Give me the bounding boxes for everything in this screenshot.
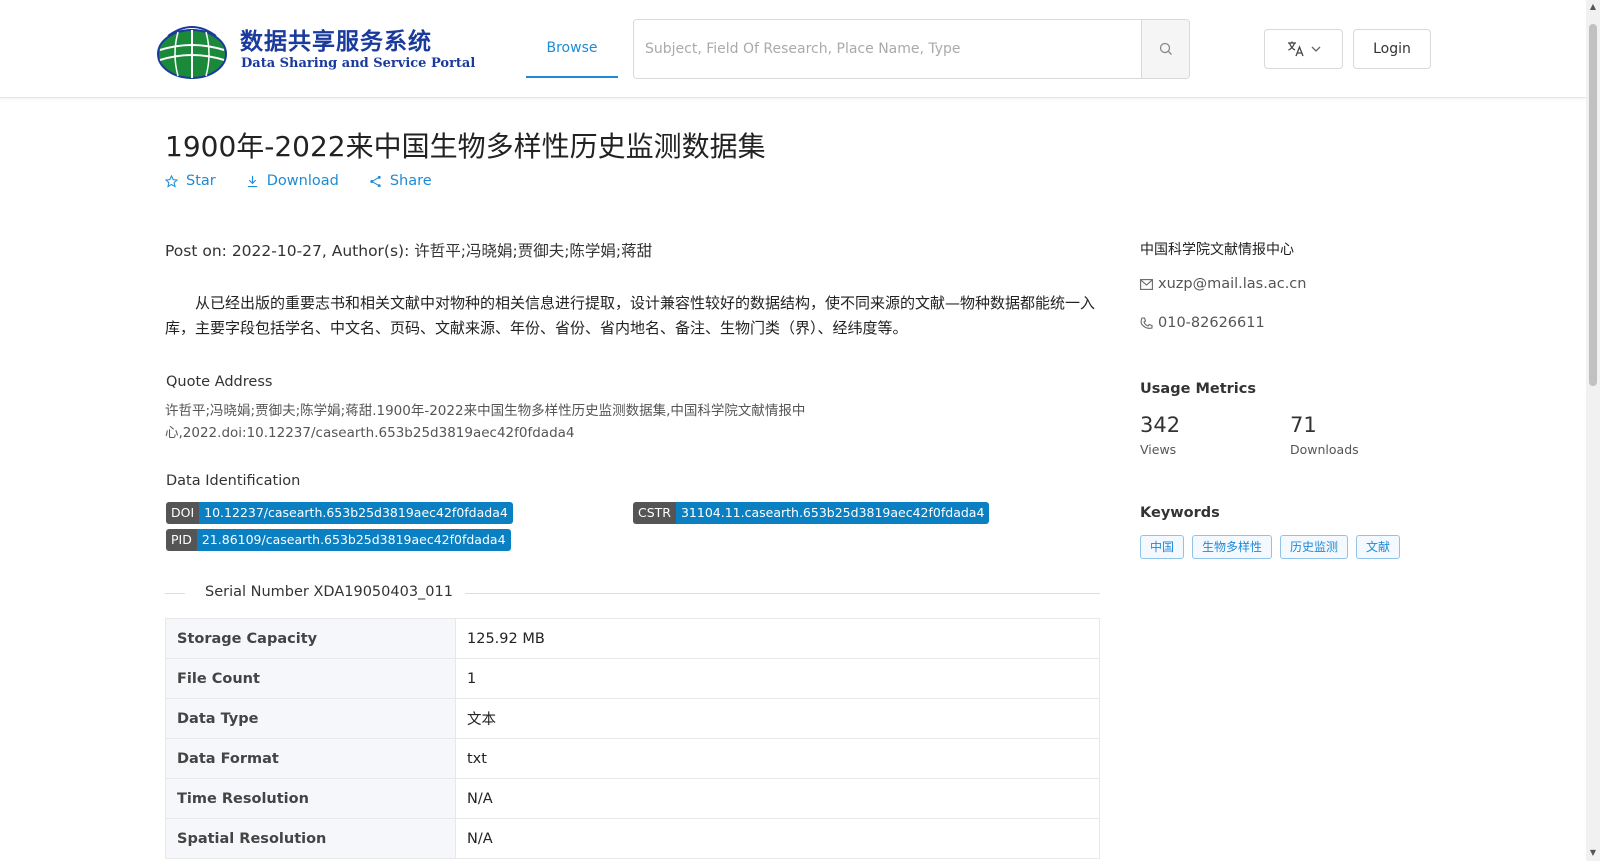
post-info: Post on: 2022-10-27, Author(s): 许哲平;冯晓娟;… <box>165 242 653 260</box>
scroll-thumb[interactable] <box>1589 24 1597 386</box>
share-button[interactable]: Share <box>369 173 432 189</box>
data-identification-label: Data Identification <box>166 473 301 489</box>
translate-icon <box>1287 41 1304 57</box>
login-button[interactable]: Login <box>1353 29 1431 69</box>
globe-logo-icon <box>157 26 227 79</box>
doi-badge[interactable]: DOI 10.12237/casearth.653b25d3819aec42f0… <box>166 502 513 524</box>
serial-number: Serial Number XDA19050403_011 <box>205 584 453 600</box>
views-label: Views <box>1140 442 1177 457</box>
organization-name: 中国科学院文献情报中心 <box>1140 242 1294 258</box>
divider-line <box>465 593 1100 594</box>
detail-key: Time Resolution <box>165 778 456 819</box>
search-input[interactable] <box>634 20 1141 78</box>
quote-address-text: 许哲平;冯晓娟;贾御夫;陈学娟;蒋甜.1900年-2022来中国生物多样性历史监… <box>165 403 806 441</box>
detail-key: Spatial Resolution <box>165 818 456 859</box>
serial-number-divider: Serial Number XDA19050403_011 <box>165 584 1100 604</box>
share-label: Share <box>389 173 432 189</box>
download-icon <box>247 175 257 187</box>
keyword-tag[interactable]: 生物多样性 <box>1192 535 1273 559</box>
detail-value: N/A <box>455 818 1100 859</box>
keywords-heading: Keywords <box>1140 505 1220 521</box>
table-row: File Count 1 <box>165 658 1100 699</box>
language-switch-button[interactable] <box>1264 29 1343 69</box>
search-icon <box>1159 42 1172 55</box>
site-logo[interactable]: 数据共享服务系统 Data Sharing and Service Portal <box>154 18 475 80</box>
table-row: Spatial Resolution N/A <box>165 818 1100 859</box>
detail-value: 1 <box>455 658 1100 699</box>
download-label: Download <box>266 173 339 189</box>
star-label: Star <box>186 173 216 189</box>
phone-text: 010-82626611 <box>1158 315 1265 331</box>
detail-key: Storage Capacity <box>165 618 456 659</box>
share-icon <box>370 175 381 187</box>
detail-value: 文本 <box>455 698 1100 739</box>
scroll-up-icon[interactable]: ▲ <box>1588 2 1598 12</box>
keywords-list: 中国 生物多样性 历史监测 文献 <box>1140 535 1401 559</box>
site-header: 数据共享服务系统 Data Sharing and Service Portal… <box>0 0 1586 98</box>
page-scrollbar[interactable]: ▲ ▼ <box>1586 0 1600 861</box>
star-icon <box>165 174 178 188</box>
cstr-badge-key: CSTR <box>633 502 676 524</box>
table-row: Time Resolution N/A <box>165 778 1100 819</box>
doi-badge-key: DOI <box>166 502 200 524</box>
dataset-title: 1900年-2022来中国生物多样性历史监测数据集 <box>165 130 766 163</box>
detail-key: File Count <box>165 658 456 699</box>
detail-value: N/A <box>455 778 1100 819</box>
downloads-label: Downloads <box>1290 442 1359 457</box>
usage-metrics-heading: Usage Metrics <box>1140 381 1256 397</box>
keyword-tag[interactable]: 历史监测 <box>1280 535 1349 559</box>
search-bar <box>633 19 1190 79</box>
scroll-down-icon[interactable]: ▼ <box>1588 848 1598 858</box>
contact-phone[interactable]: 010-82626611 <box>1140 315 1265 331</box>
table-row: Data Type 文本 <box>165 698 1100 739</box>
downloads-count: 71 <box>1290 413 1317 437</box>
contact-email[interactable]: xuzp@mail.las.ac.cn <box>1140 276 1306 292</box>
divider-line <box>165 593 185 594</box>
detail-key: Data Type <box>165 698 456 739</box>
dataset-actions: Star Download Share <box>165 173 432 189</box>
pid-badge-value: 21.86109/casearth.653b25d3819aec42f0fdad… <box>196 529 511 551</box>
pid-badge-key: PID <box>166 529 197 551</box>
views-count: 342 <box>1140 413 1181 437</box>
download-button[interactable]: Download <box>246 173 339 189</box>
mail-icon <box>1140 278 1153 290</box>
detail-key: Data Format <box>165 738 456 779</box>
nav-browse-tab[interactable]: Browse <box>526 28 618 78</box>
keyword-tag[interactable]: 中国 <box>1140 535 1185 559</box>
search-button[interactable] <box>1141 20 1189 78</box>
logo-english-text: Data Sharing and Service Portal <box>241 56 476 71</box>
doi-badge-value: 10.12237/casearth.653b25d3819aec42f0fdad… <box>199 502 513 524</box>
cstr-badge-value: 31104.11.casearth.653b25d3819aec42f0fdad… <box>675 502 990 524</box>
phone-icon <box>1140 316 1153 329</box>
pid-badge[interactable]: PID 21.86109/casearth.653b25d3819aec42f0… <box>166 529 511 551</box>
chevron-down-icon <box>1311 46 1320 52</box>
detail-value: txt <box>455 738 1100 779</box>
table-row: Storage Capacity 125.92 MB <box>165 618 1100 659</box>
cstr-badge[interactable]: CSTR 31104.11.casearth.653b25d3819aec42f… <box>633 502 990 524</box>
table-row: Data Format txt <box>165 738 1100 779</box>
keyword-tag[interactable]: 文献 <box>1356 535 1401 559</box>
detail-value: 125.92 MB <box>455 618 1100 659</box>
dataset-details-table: Storage Capacity 125.92 MB File Count 1 … <box>165 618 1100 859</box>
quote-address-label: Quote Address <box>166 374 273 390</box>
dataset-description: 从已经出版的重要志书和相关文献中对物种的相关信息进行提取，设计兼容性较好的数据结… <box>165 294 1096 337</box>
star-button[interactable]: Star <box>165 173 216 189</box>
logo-chinese-text: 数据共享服务系统 <box>240 28 432 55</box>
email-text: xuzp@mail.las.ac.cn <box>1158 276 1307 292</box>
